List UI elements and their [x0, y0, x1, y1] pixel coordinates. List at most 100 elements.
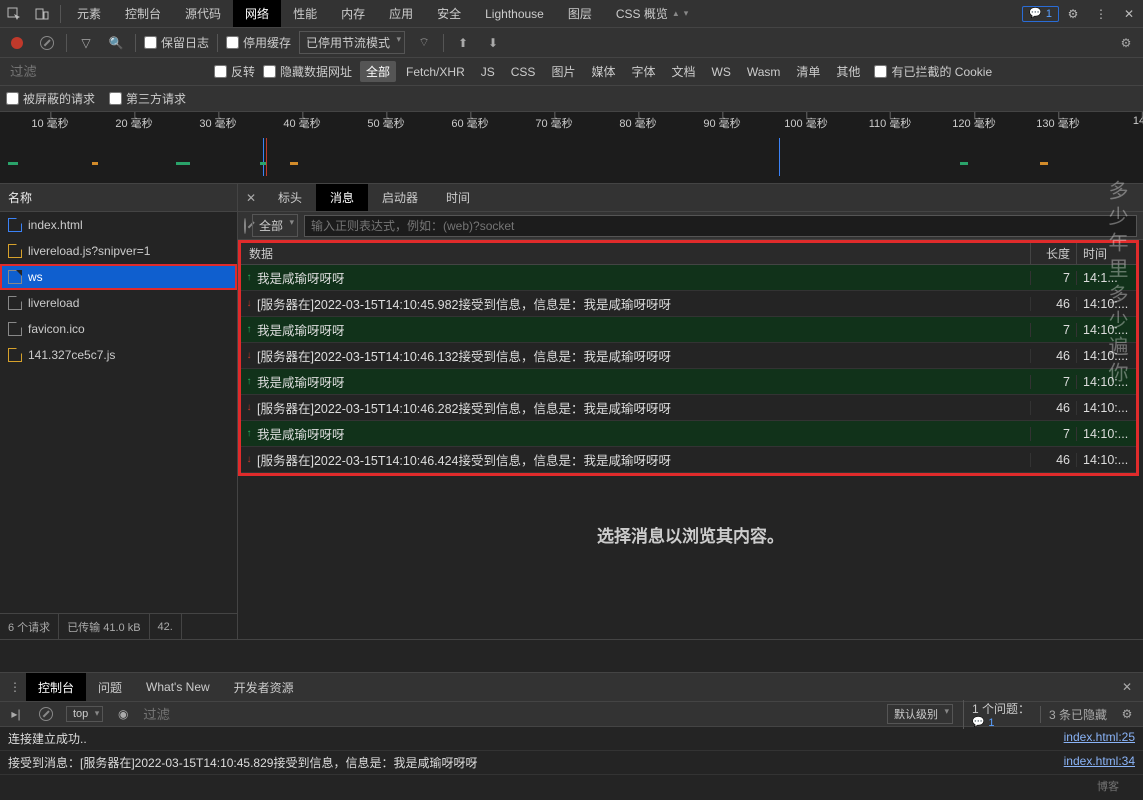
request-row[interactable]: livereload: [0, 290, 237, 316]
messages-regex-input[interactable]: [304, 215, 1137, 237]
filter-type-其他[interactable]: 其他: [830, 61, 866, 82]
messages-toolbar: 全部: [238, 212, 1143, 240]
hide-data-urls-checkbox[interactable]: 隐藏数据网址: [263, 63, 352, 80]
search-icon[interactable]: 🔍: [105, 36, 127, 50]
live-expression-icon[interactable]: ◉: [113, 707, 133, 721]
clear-messages-icon[interactable]: [244, 219, 246, 233]
drawer-tab-控制台[interactable]: 控制台: [26, 673, 86, 701]
hidden-count[interactable]: 3 条已隐藏: [1040, 706, 1107, 723]
filter-type-清单[interactable]: 清单: [790, 61, 826, 82]
filter-type-图片[interactable]: 图片: [545, 61, 581, 82]
arrow-up-icon: ↑: [241, 272, 257, 283]
drawer-tab-What's New[interactable]: What's New: [134, 673, 222, 701]
message-text: 我是咸瑜呀呀呀: [257, 372, 1030, 391]
gear-icon[interactable]: ⚙: [1059, 0, 1087, 27]
close-detail-icon[interactable]: ✕: [238, 191, 264, 205]
more-icon[interactable]: ⋮: [1087, 0, 1115, 27]
request-row[interactable]: index.html: [0, 212, 237, 238]
detail-tab-时间[interactable]: 时间: [432, 184, 484, 211]
ws-message-row[interactable]: ↓[服务器在]2022-03-15T14:10:46.424接受到信息，信息是：…: [241, 447, 1136, 473]
invert-checkbox[interactable]: 反转: [214, 63, 255, 80]
filter-type-WS[interactable]: WS: [706, 63, 737, 81]
wifi-icon[interactable]: ⌔: [413, 35, 435, 50]
disable-cache-checkbox[interactable]: 停用缓存: [226, 34, 291, 51]
drawer-more-icon[interactable]: ⋮: [4, 680, 26, 694]
drawer-close-icon[interactable]: ✕: [1115, 680, 1139, 694]
log-level-select[interactable]: 默认级别: [887, 704, 953, 724]
detail-tab-消息[interactable]: 消息: [316, 184, 368, 211]
log-source-link[interactable]: index.html:34: [1064, 754, 1135, 771]
console-gear-icon[interactable]: ⚙: [1117, 707, 1137, 721]
message-time: 14:10:...: [1076, 323, 1136, 337]
filter-type-媒体[interactable]: 媒体: [585, 61, 621, 82]
console-clear-icon[interactable]: [36, 707, 56, 721]
ws-message-row[interactable]: ↑我是咸瑜呀呀呀714:10:...: [241, 317, 1136, 343]
detail-tabs: ✕ 标头消息启动器时间: [238, 184, 1143, 212]
timeline[interactable]: 10 毫秒20 毫秒30 毫秒40 毫秒50 毫秒60 毫秒70 毫秒80 毫秒…: [0, 112, 1143, 184]
detail-tab-标头[interactable]: 标头: [264, 184, 316, 211]
ws-message-row[interactable]: ↑我是咸瑜呀呀呀714:1...: [241, 265, 1136, 291]
filter-type-全部[interactable]: 全部: [360, 61, 396, 82]
panel-tab-元素[interactable]: 元素: [65, 0, 113, 27]
console-filter-input[interactable]: [143, 707, 877, 722]
blocked-cookies-checkbox[interactable]: 有已拦截的 Cookie: [874, 63, 992, 80]
panel-tab-安全[interactable]: 安全: [425, 0, 473, 27]
log-source-link[interactable]: index.html:25: [1064, 730, 1135, 747]
message-text: [服务器在]2022-03-15T14:10:45.982接受到信息，信息是：我…: [257, 294, 1030, 313]
panel-tab-css 概览[interactable]: CSS 概览▲: [604, 0, 700, 27]
ws-message-row[interactable]: ↑我是咸瑜呀呀呀714:10:...: [241, 421, 1136, 447]
blocked-requests-checkbox[interactable]: 被屏蔽的请求: [6, 90, 95, 107]
request-row[interactable]: 141.327ce5c7.js: [0, 342, 237, 368]
message-length: 7: [1030, 375, 1076, 389]
panel-tab-源代码[interactable]: 源代码: [173, 0, 233, 27]
inspect-icon[interactable]: [0, 0, 28, 27]
download-icon[interactable]: ⬇: [482, 36, 504, 50]
message-text: 我是咸瑜呀呀呀: [257, 320, 1030, 339]
filter-type-文档[interactable]: 文档: [665, 61, 701, 82]
record-button[interactable]: [6, 37, 28, 49]
request-row[interactable]: livereload.js?snipver=1: [0, 238, 237, 264]
device-icon[interactable]: [28, 0, 56, 27]
drawer-tab-问题[interactable]: 问题: [86, 673, 134, 701]
panel-tab-应用[interactable]: 应用: [377, 0, 425, 27]
message-time: 14:10:...: [1076, 453, 1136, 467]
filter-input[interactable]: [6, 60, 206, 83]
gear-icon[interactable]: ⚙: [1115, 36, 1137, 50]
clear-button[interactable]: [36, 36, 58, 50]
filter-type-CSS[interactable]: CSS: [505, 63, 542, 81]
drawer-tab-开发者资源[interactable]: 开发者资源: [222, 673, 306, 701]
message-text: [服务器在]2022-03-15T14:10:46.424接受到信息，信息是：我…: [257, 450, 1030, 469]
request-row[interactable]: favicon.ico: [0, 316, 237, 342]
issues-badge[interactable]: 1: [1022, 6, 1059, 22]
context-select[interactable]: top: [66, 706, 103, 722]
ws-message-row[interactable]: ↓[服务器在]2022-03-15T14:10:46.132接受到信息，信息是：…: [241, 343, 1136, 369]
ws-message-row[interactable]: ↓[服务器在]2022-03-15T14:10:46.282接受到信息，信息是：…: [241, 395, 1136, 421]
filter-type-Fetch/XHR[interactable]: Fetch/XHR: [400, 63, 471, 81]
highlight-box: 数据 长度 时间 ↑我是咸瑜呀呀呀714:1...↓[服务器在]2022-03-…: [238, 240, 1139, 476]
detail-tab-启动器[interactable]: 启动器: [368, 184, 432, 211]
network-status-bar: 6 个请求已传输 41.0 kB42.: [0, 613, 237, 639]
filter-type-JS[interactable]: JS: [475, 63, 501, 81]
upload-icon[interactable]: ⬆: [452, 36, 474, 50]
panel-tab-性能[interactable]: 性能: [281, 0, 329, 27]
filter-type-字体[interactable]: 字体: [625, 61, 661, 82]
panel-tab-内存[interactable]: 内存: [329, 0, 377, 27]
request-row[interactable]: ws: [0, 264, 237, 290]
request-list-header[interactable]: 名称: [0, 184, 237, 212]
throttling-select[interactable]: 已停用节流模式: [299, 31, 405, 54]
close-icon[interactable]: ✕: [1115, 0, 1143, 27]
panel-tab-网络[interactable]: 网络: [233, 0, 281, 27]
ws-message-row[interactable]: ↑我是咸瑜呀呀呀714:10:...: [241, 369, 1136, 395]
preserve-log-checkbox[interactable]: 保留日志: [144, 34, 209, 51]
filter-type-Wasm[interactable]: Wasm: [741, 63, 787, 81]
filter-icon[interactable]: ▽: [75, 36, 97, 50]
ws-message-row[interactable]: ↓[服务器在]2022-03-15T14:10:45.982接受到信息，信息是：…: [241, 291, 1136, 317]
messages-filter-select[interactable]: 全部: [252, 214, 298, 237]
third-party-checkbox[interactable]: 第三方请求: [109, 90, 186, 107]
panel-tab-lighthouse[interactable]: Lighthouse: [473, 0, 556, 27]
request-name: livereload: [28, 296, 79, 310]
log-message: 连接建立成功..: [8, 730, 1064, 747]
panel-tab-图层[interactable]: 图层: [556, 0, 604, 27]
console-sidebar-icon[interactable]: ▸|: [6, 707, 26, 721]
panel-tab-控制台[interactable]: 控制台: [113, 0, 173, 27]
